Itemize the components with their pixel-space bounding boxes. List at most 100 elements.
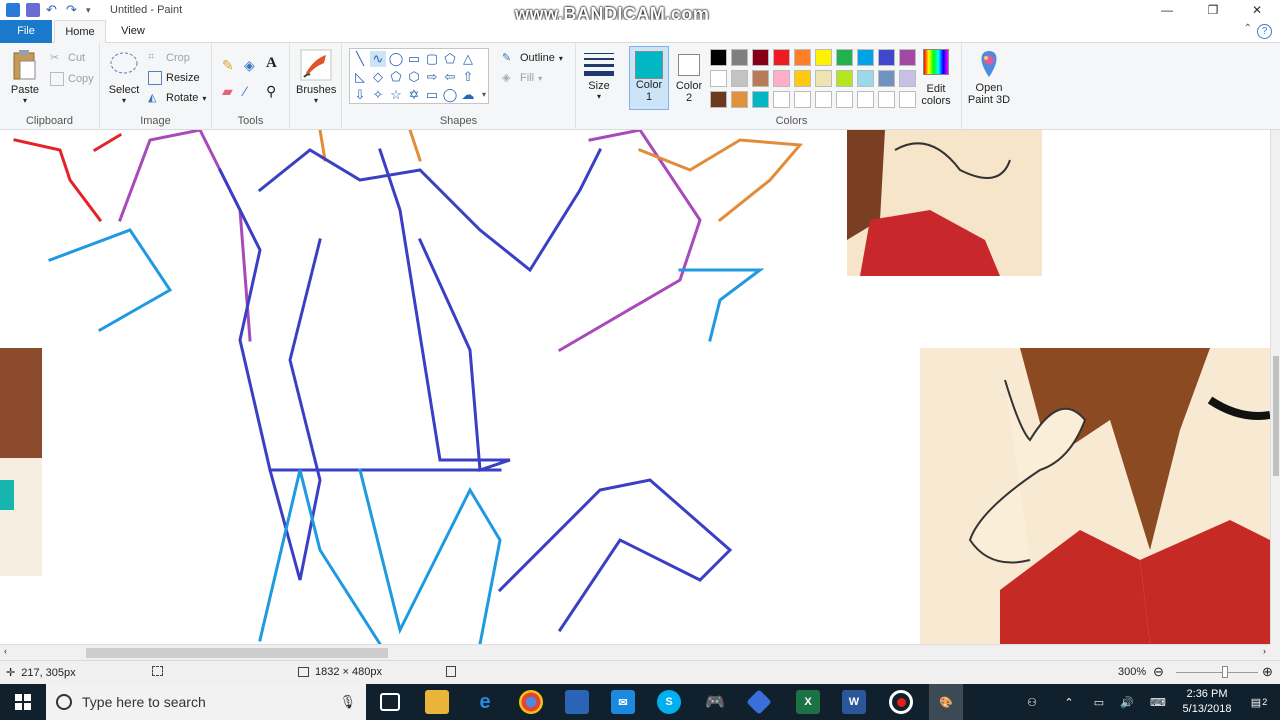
tab-home[interactable]: Home	[54, 20, 106, 44]
customize-quick-access-icon[interactable]: ▾	[86, 3, 100, 17]
select-button[interactable]: Select ▾	[106, 49, 142, 105]
show-hidden-icons[interactable]: ⌃	[1058, 684, 1080, 720]
palette-swatch[interactable]	[794, 70, 811, 87]
monitor-app-icon[interactable]	[565, 690, 589, 714]
palette-swatch[interactable]	[773, 70, 790, 87]
close-button[interactable]: ✕	[1234, 0, 1280, 20]
right-triangle-shape-icon[interactable]: ◺	[352, 69, 368, 85]
palette-swatch[interactable]	[857, 49, 874, 66]
palette-swatch[interactable]	[794, 91, 811, 108]
start-button[interactable]	[0, 684, 46, 720]
minimize-ribbon-icon[interactable]: ⌃	[1244, 23, 1252, 34]
crop-button[interactable]: ⌗ Crop	[148, 51, 190, 65]
outline-button[interactable]: ✎ Outline ▾	[502, 51, 563, 65]
skype-icon[interactable]: S	[657, 690, 681, 714]
palette-swatch[interactable]	[899, 49, 916, 66]
palette-swatch[interactable]	[710, 91, 727, 108]
five-point-star-shape-icon[interactable]: ☆	[388, 87, 404, 103]
palette-swatch[interactable]	[836, 91, 853, 108]
zoom-in-icon[interactable]: ⊕	[1262, 664, 1273, 680]
fill-button[interactable]: ◈ Fill ▾	[502, 71, 542, 85]
zoom-slider-track[interactable]	[1176, 672, 1258, 673]
help-icon[interactable]: ?	[1257, 24, 1272, 39]
curve-shape-icon[interactable]: ∿	[370, 51, 386, 67]
palette-swatch[interactable]	[878, 70, 895, 87]
save-icon[interactable]	[26, 3, 40, 17]
palette-swatch[interactable]	[815, 70, 832, 87]
undo-icon[interactable]: ↶	[46, 3, 60, 17]
horizontal-scroll-thumb[interactable]	[86, 648, 388, 658]
resize-button[interactable]: Resize	[148, 71, 200, 85]
down-arrow-shape-icon[interactable]: ⇩	[352, 87, 368, 103]
select-dropdown-icon[interactable]: ▾	[106, 96, 142, 105]
word-icon[interactable]: W	[842, 690, 866, 714]
right-arrow-shape-icon[interactable]: ⇨	[424, 69, 440, 85]
chrome-icon[interactable]	[519, 690, 543, 714]
rounded-rectangle-shape-icon[interactable]: ▢	[424, 51, 440, 67]
eraser-icon[interactable]: ▰	[222, 83, 233, 100]
horizontal-scrollbar[interactable]: ‹ ›	[0, 644, 1270, 660]
cut-button[interactable]: ✂ Cut	[50, 51, 85, 65]
palette-swatch[interactable]	[773, 91, 790, 108]
edit-colors-button[interactable]: Edit colors	[916, 49, 956, 107]
six-point-star-shape-icon[interactable]: ✡	[406, 87, 422, 103]
diamond-shape-icon[interactable]: ◇	[370, 69, 386, 85]
palette-swatch[interactable]	[878, 49, 895, 66]
record-icon[interactable]	[889, 690, 913, 714]
minimize-button[interactable]: —	[1144, 0, 1190, 20]
paste-dropdown-icon[interactable]: ▾	[8, 96, 42, 105]
hexagon-shape-icon[interactable]: ⬡	[406, 69, 422, 85]
polygon-shape-icon[interactable]: ⬠	[442, 51, 458, 67]
palette-swatch[interactable]	[815, 49, 832, 66]
zoom-slider-thumb[interactable]	[1222, 666, 1228, 678]
color-picker-icon[interactable]: ⁄	[244, 83, 246, 99]
palette-swatch[interactable]	[899, 91, 916, 108]
network-icon[interactable]: ▭	[1088, 684, 1110, 720]
palette-swatch[interactable]	[815, 91, 832, 108]
palette-swatch[interactable]	[773, 49, 790, 66]
magnifier-icon[interactable]: ⚲	[266, 83, 276, 100]
scroll-right-icon[interactable]: ›	[1263, 646, 1266, 656]
palette-swatch[interactable]	[752, 49, 769, 66]
volume-icon[interactable]: 🔊	[1116, 684, 1138, 720]
brushes-button[interactable]: Brushes ▾	[296, 49, 336, 105]
scroll-left-icon[interactable]: ‹	[4, 646, 7, 656]
palette-swatch[interactable]	[899, 70, 916, 87]
palette-swatch[interactable]	[752, 70, 769, 87]
zoom-out-icon[interactable]: ⊖	[1153, 664, 1164, 680]
edge-icon[interactable]: e	[473, 690, 497, 714]
paste-button[interactable]: Paste ▾	[8, 49, 42, 105]
action-center[interactable]: ▤ 2	[1244, 684, 1274, 720]
color1-button[interactable]: Color 1	[629, 46, 669, 110]
open-paint3d-button[interactable]: Open Paint 3D	[966, 49, 1012, 106]
triangle-shape-icon[interactable]: △	[460, 51, 476, 67]
oval-shape-icon[interactable]: ◯	[388, 51, 404, 67]
palette-swatch[interactable]	[710, 70, 727, 87]
pencil-icon[interactable]: ✎	[222, 57, 234, 74]
brushes-dropdown-icon[interactable]: ▾	[296, 96, 336, 105]
shapes-more-icon[interactable]: ▾	[476, 87, 492, 103]
vertical-scrollbar[interactable]	[1270, 130, 1280, 644]
taskbar-search-box[interactable]: Type here to search 🎙	[46, 684, 366, 720]
palette-swatch[interactable]	[836, 49, 853, 66]
file-explorer-icon[interactable]	[425, 690, 449, 714]
palette-swatch[interactable]	[794, 49, 811, 66]
up-arrow-shape-icon[interactable]: ⇧	[460, 69, 476, 85]
palette-swatch[interactable]	[752, 91, 769, 108]
left-arrow-shape-icon[interactable]: ⇦	[442, 69, 458, 85]
palette-swatch[interactable]	[836, 70, 853, 87]
cloud-callout-shape-icon[interactable]: ☁	[460, 87, 476, 103]
fill-bucket-icon[interactable]: ◈	[244, 57, 255, 74]
palette-swatch[interactable]	[731, 49, 748, 66]
color2-button[interactable]: Color 2	[672, 46, 706, 104]
language-icon[interactable]: ⌨	[1146, 684, 1170, 720]
excel-icon[interactable]: X	[796, 690, 820, 714]
drawing-canvas[interactable]	[0, 130, 1270, 644]
microphone-icon[interactable]: 🎙	[339, 694, 356, 710]
oval-callout-shape-icon[interactable]: ◯	[442, 87, 458, 103]
text-tool-icon[interactable]: A	[266, 55, 277, 72]
clock[interactable]: 2:36 PM 5/13/2018	[1172, 684, 1242, 720]
tab-view[interactable]: View	[108, 20, 158, 43]
tab-file[interactable]: File	[0, 20, 52, 43]
four-point-star-shape-icon[interactable]: ✧	[370, 87, 386, 103]
